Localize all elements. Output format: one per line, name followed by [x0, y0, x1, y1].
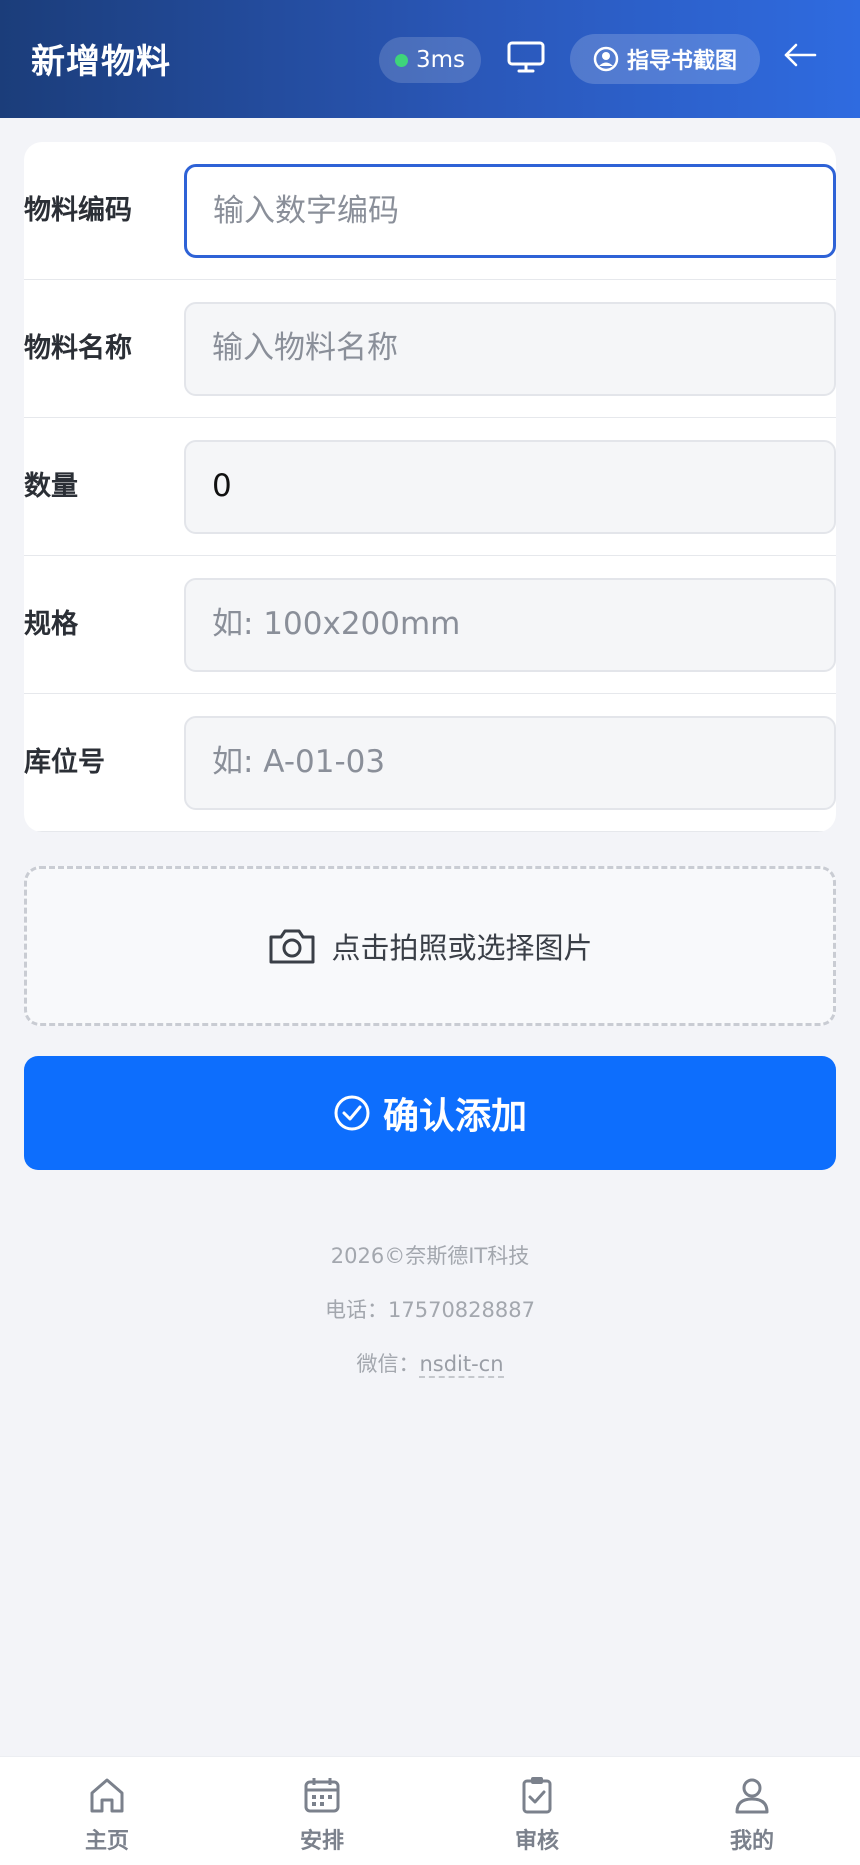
material-name-input[interactable]: 输入物料名称 [184, 302, 836, 396]
phone-prefix: 电话： [325, 1298, 388, 1322]
material-code-label: 物料编码 [24, 195, 132, 226]
clipboard-check-icon [522, 1777, 552, 1814]
page-footer: 2026©奈斯德IT科技 电话：17570828887 微信：nsdit-cn [0, 1240, 860, 1402]
status-dot-icon [394, 53, 408, 67]
material-name-label: 物料名称 [24, 333, 132, 364]
latency-value: 3ms [415, 47, 466, 73]
arrow-left-icon [784, 43, 817, 67]
back-button[interactable] [782, 40, 822, 76]
quantity-input[interactable]: 0 [184, 440, 836, 534]
tab-review[interactable]: 审核 [477, 1757, 597, 1865]
monitor-button[interactable] [506, 40, 550, 80]
confirm-add-button[interactable]: 确认添加 [24, 1056, 836, 1170]
upload-label: 点击拍照或选择图片 [331, 931, 593, 965]
copyright-text: 2026©奈斯德IT科技 [330, 1244, 530, 1268]
latency-badge: 3ms [379, 37, 481, 83]
tab-home[interactable]: 主页 [47, 1757, 167, 1865]
tab-mine[interactable]: 我的 [692, 1757, 812, 1865]
form-row-spec: 规格 如: 100x200mm [24, 556, 836, 694]
guide-screenshot-label: 指导书截图 [626, 49, 737, 74]
check-circle-icon [334, 1095, 370, 1131]
spec-label: 规格 [24, 609, 78, 640]
location-input[interactable]: 如: A-01-03 [184, 716, 836, 810]
photo-upload-area[interactable]: 点击拍照或选择图片 [24, 866, 836, 1026]
user-circle-icon [593, 46, 619, 72]
wechat-line: 微信：nsdit-cn [0, 1348, 860, 1402]
phone-line: 电话：17570828887 [0, 1294, 860, 1348]
form-row-location: 库位号 如: A-01-03 [24, 694, 836, 832]
quantity-label: 数量 [24, 471, 78, 502]
bottom-tabbar: 主页 安排 审核 我的 [0, 1756, 860, 1865]
tab-schedule[interactable]: 安排 [262, 1757, 382, 1865]
wechat-id[interactable]: nsdit-cn [419, 1352, 504, 1378]
material-code-input[interactable]: 输入数字编码 [184, 164, 836, 258]
app-header: 新增物料 3ms 指导书截图 [0, 0, 860, 118]
material-form: 物料编码 输入数字编码 物料名称 输入物料名称 数量 0 规格 如: 100x2… [24, 142, 836, 832]
tab-mine-label: 我的 [729, 1829, 774, 1854]
user-icon [735, 1778, 769, 1814]
tab-home-label: 主页 [84, 1829, 129, 1854]
phone-number: 17570828887 [388, 1298, 535, 1322]
home-icon [90, 1778, 124, 1813]
calendar-icon [304, 1778, 340, 1813]
confirm-add-label: 确认添加 [382, 1096, 527, 1137]
page-title: 新增物料 [31, 42, 171, 82]
wechat-prefix: 微信： [356, 1352, 420, 1376]
spec-input[interactable]: 如: 100x200mm [184, 578, 836, 672]
guide-screenshot-button[interactable]: 指导书截图 [570, 34, 760, 84]
monitor-icon [507, 41, 545, 73]
location-label: 库位号 [24, 747, 105, 778]
camera-icon [269, 929, 315, 964]
tab-schedule-label: 安排 [299, 1829, 344, 1854]
tab-review-label: 审核 [514, 1829, 559, 1854]
form-row-code: 物料编码 输入数字编码 [24, 142, 836, 280]
form-row-name: 物料名称 输入物料名称 [24, 280, 836, 418]
form-row-quantity: 数量 0 [24, 418, 836, 556]
